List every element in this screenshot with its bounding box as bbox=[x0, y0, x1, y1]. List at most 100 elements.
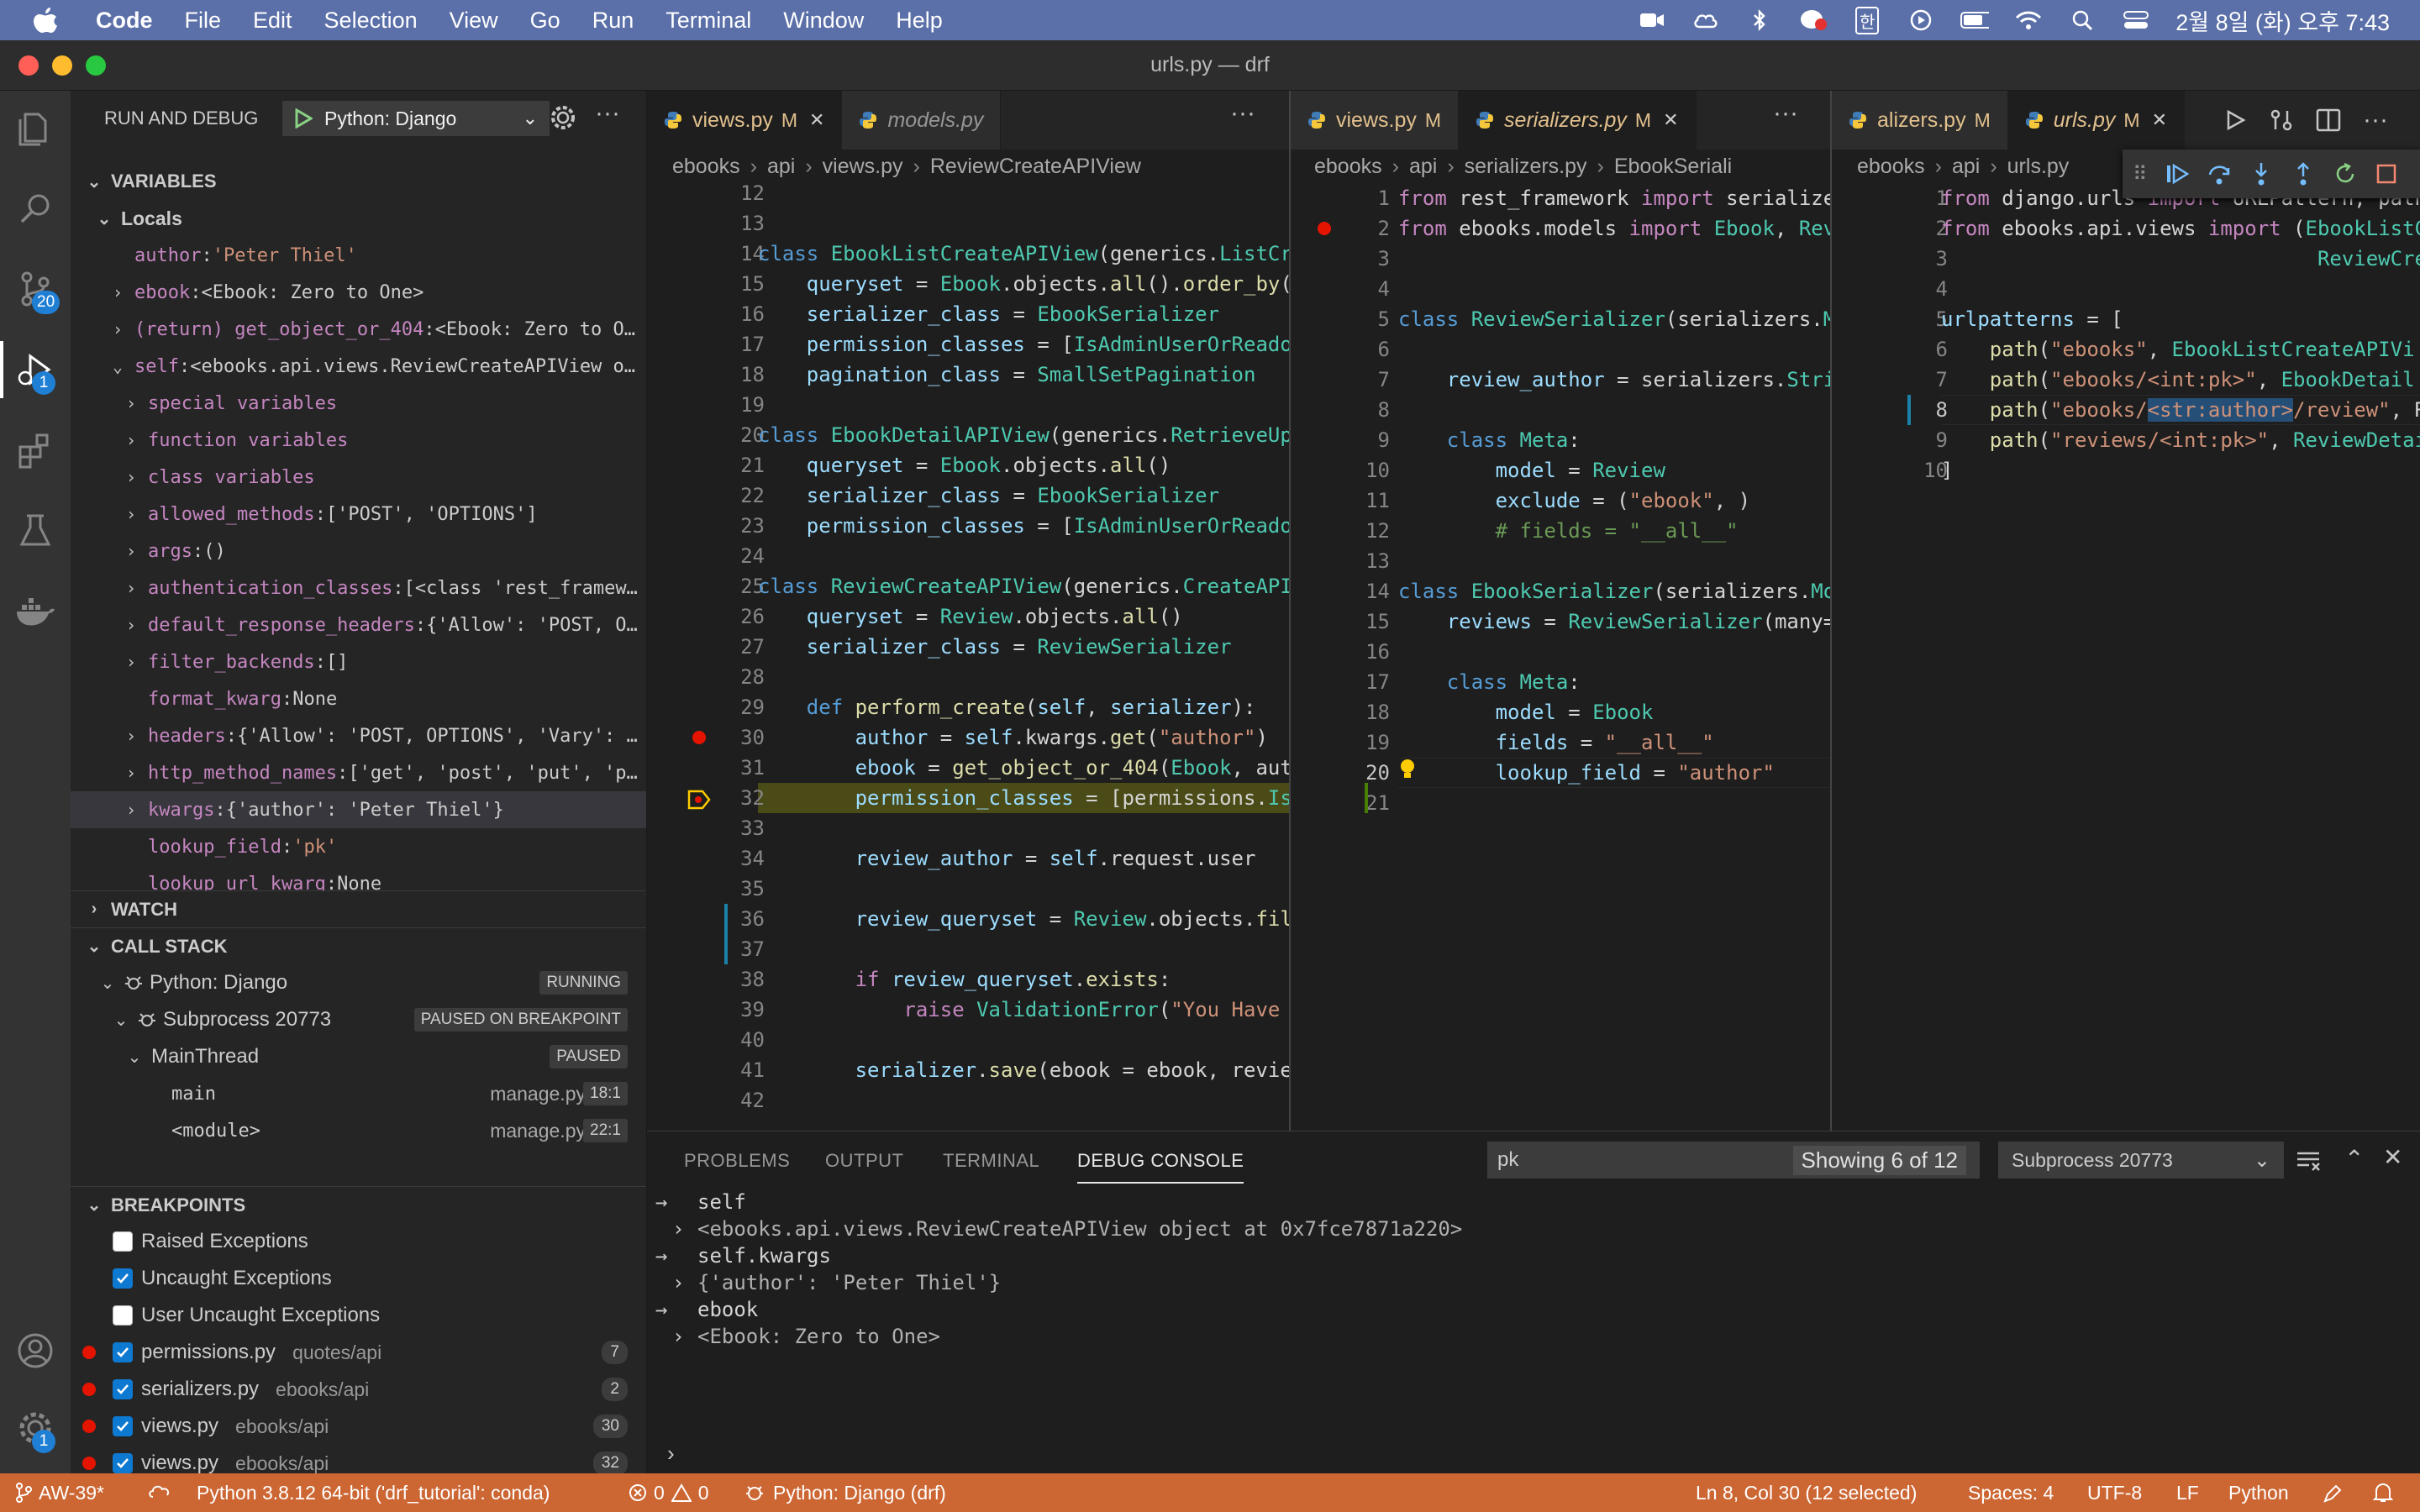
stack-frame[interactable]: <module> manage.py 22:1 bbox=[71, 1112, 646, 1149]
panel-tab-terminal[interactable]: TERMINAL bbox=[943, 1150, 1039, 1172]
zoom-window-button[interactable] bbox=[86, 55, 106, 76]
breakpoint-checkbox[interactable] bbox=[113, 1379, 133, 1399]
code-line[interactable]: 19 fields = "__all__" bbox=[1291, 727, 1830, 758]
code-line[interactable]: 27 serializer_class = ReviewSerializer bbox=[647, 632, 1289, 662]
close-tab-icon[interactable]: ✕ bbox=[2152, 109, 2167, 131]
file-breakpoint[interactable]: views.py ebooks/api 30 bbox=[71, 1408, 646, 1445]
code-line[interactable]: 3 bbox=[1291, 244, 1830, 274]
bluetooth-icon[interactable] bbox=[1745, 8, 1774, 32]
problems-status[interactable]: 0 0 bbox=[629, 1473, 709, 1512]
code-line[interactable]: 21 bbox=[1291, 788, 1830, 818]
code-line[interactable]: 25 class ReviewCreateAPIView(generics.Cre… bbox=[647, 571, 1289, 601]
menu-view[interactable]: View bbox=[450, 8, 498, 34]
variable-row[interactable]: lookup_url_kwarg: None bbox=[71, 865, 646, 891]
breadcrumb-item[interactable]: views.py bbox=[823, 155, 903, 179]
breakpoint-checkbox[interactable] bbox=[113, 1416, 133, 1436]
code-line[interactable]: 40 bbox=[647, 1025, 1289, 1055]
breakpoint-checkbox[interactable] bbox=[113, 1453, 133, 1473]
variable-row[interactable]: lookup_field: 'pk' bbox=[71, 828, 646, 865]
debug-settings-gear-icon[interactable] bbox=[550, 104, 576, 136]
breadcrumb-item[interactable]: ebooks bbox=[1314, 155, 1382, 179]
source-control-icon[interactable]: 20 bbox=[13, 267, 60, 314]
code-line[interactable]: 19 bbox=[647, 390, 1289, 420]
docker-icon[interactable] bbox=[13, 590, 57, 633]
callstack-truncated-row[interactable] bbox=[71, 1149, 646, 1168]
watch-section-header[interactable]: › WATCH bbox=[71, 890, 646, 927]
drag-handle-icon[interactable]: ⠿ bbox=[2133, 162, 2148, 186]
chat-icon[interactable] bbox=[1799, 8, 1828, 32]
code-line[interactable]: 24 bbox=[647, 541, 1289, 571]
editor2-code[interactable]: 1 from rest_framework import serialize 2 fr… bbox=[1291, 183, 1830, 1131]
exception-breakpoint[interactable]: User Uncaught Exceptions bbox=[71, 1297, 646, 1334]
code-line[interactable]: 42 bbox=[647, 1085, 1289, 1116]
editor-tab[interactable]: serializers.py M ✕ bbox=[1459, 91, 1697, 150]
run-file-icon[interactable] bbox=[2225, 109, 2247, 131]
code-line[interactable]: 33 bbox=[647, 813, 1289, 843]
apple-icon[interactable] bbox=[34, 0, 67, 40]
run-debug-icon[interactable]: 1 bbox=[13, 348, 57, 395]
code-line[interactable]: 10] bbox=[1832, 455, 2420, 486]
menu-code[interactable]: Code bbox=[96, 8, 153, 34]
code-line[interactable]: 6 path("ebooks", EbookListCreateAPIVi bbox=[1832, 334, 2420, 365]
editor-tab[interactable]: views.py M bbox=[1291, 91, 1460, 150]
code-line[interactable]: 28 bbox=[647, 662, 1289, 692]
editor3-code[interactable]: 1 from django.urls import URLPattern, pat… bbox=[1832, 183, 2420, 1131]
code-line[interactable]: 5 class ReviewSerializer(serializers.M bbox=[1291, 304, 1830, 334]
code-line[interactable]: 16 bbox=[1291, 637, 1830, 667]
debug-status[interactable]: Python: Django (drf) bbox=[744, 1473, 946, 1512]
manage-gear-icon[interactable]: 1 bbox=[13, 1406, 57, 1453]
breakpoint-checkbox[interactable] bbox=[113, 1305, 133, 1326]
code-line[interactable]: 9 class Meta: bbox=[1291, 425, 1830, 455]
breadcrumb-item[interactable]: api bbox=[1952, 155, 1980, 179]
encoding-status[interactable]: UTF-8 bbox=[2087, 1473, 2142, 1512]
code-line[interactable]: 11 exclude = ("ebook", ) bbox=[1291, 486, 1830, 516]
code-line[interactable]: 31 ebook = get_object_or_404(Ebook, aut bbox=[647, 753, 1289, 783]
code-line[interactable]: 26 queryset = Review.objects.all() bbox=[647, 601, 1289, 632]
code-line[interactable]: 3 ReviewCrea bbox=[1832, 244, 2420, 274]
code-line[interactable]: 1 from rest_framework import serialize bbox=[1291, 183, 1830, 213]
menu-selection[interactable]: Selection bbox=[324, 8, 418, 34]
breakpoint-dot-icon[interactable] bbox=[1318, 222, 1331, 235]
variable-row[interactable]: › class variables bbox=[71, 459, 646, 496]
callstack-thread[interactable]: ⌄ MainThread PAUSED bbox=[71, 1038, 646, 1075]
code-line[interactable]: 17 class Meta: bbox=[1291, 667, 1830, 697]
callstack-thread[interactable]: ⌄ Python: Django RUNNING bbox=[71, 964, 646, 1001]
code-line[interactable]: 37 bbox=[647, 934, 1289, 964]
split-editor-icon[interactable] bbox=[2316, 108, 2341, 132]
editor-tab[interactable]: urls.py M ✕ bbox=[2007, 91, 2186, 150]
menu-file[interactable]: File bbox=[185, 8, 222, 34]
language-status[interactable]: Python bbox=[2228, 1473, 2289, 1512]
breakpoints-section-header[interactable]: ⌄ BREAKPOINTS bbox=[71, 1186, 646, 1223]
code-line[interactable]: 14 class EbookListCreateAPIView(generics.… bbox=[647, 239, 1289, 269]
code-line[interactable]: 17 permission_classes = [IsAdminUserOrRe… bbox=[647, 329, 1289, 360]
play-circle-icon[interactable] bbox=[1907, 8, 1935, 32]
feedback-icon[interactable] bbox=[2323, 1473, 2344, 1512]
menu-window[interactable]: Window bbox=[783, 8, 864, 34]
editor1-code[interactable]: 12 13 14 class EbookListCreateAPIView(gener… bbox=[647, 183, 1289, 1131]
variable-row[interactable]: › special variables bbox=[71, 385, 646, 422]
code-line[interactable]: 21 queryset = Ebook.objects.all() bbox=[647, 450, 1289, 480]
clear-console-icon[interactable] bbox=[2296, 1148, 2321, 1178]
variable-row[interactable]: › headers: {'Allow': 'POST, OPTIONS', 'Va… bbox=[71, 717, 646, 754]
minimize-window-button[interactable] bbox=[52, 55, 72, 76]
breadcrumb-item[interactable]: api bbox=[1409, 155, 1437, 179]
battery-icon[interactable] bbox=[1960, 8, 1990, 32]
restart-icon[interactable] bbox=[2333, 161, 2358, 186]
chevron-right-icon[interactable]: › bbox=[672, 1271, 684, 1294]
code-line[interactable]: 7 path("ebooks/<int:pk>", EbookDetail bbox=[1832, 365, 2420, 395]
variable-row[interactable]: › default_response_headers: {'Allow': 'PO… bbox=[71, 606, 646, 643]
branch-status[interactable]: AW-39* bbox=[15, 1473, 104, 1512]
cursor-position[interactable]: Ln 8, Col 30 (12 selected) bbox=[1696, 1473, 1917, 1512]
panel-tab-output[interactable]: OUTPUT bbox=[825, 1150, 903, 1172]
variable-row[interactable]: author: 'Peter Thiel' bbox=[71, 237, 646, 274]
code-line[interactable]: 32 permission_classes = [permissions.Is bbox=[647, 783, 1289, 813]
code-line[interactable]: 8 path("ebooks/<str:author>/review", R bbox=[1832, 395, 2420, 425]
editor-tab[interactable]: models.py bbox=[842, 91, 1002, 150]
debug-config-select[interactable]: Python: Django ⌄ bbox=[282, 101, 550, 136]
editor-tab[interactable]: views.py M ✕ bbox=[647, 91, 843, 150]
menu-clock[interactable]: 2월 8일 (화) 오후 7:43 bbox=[2175, 4, 2390, 37]
exception-breakpoint[interactable]: Uncaught Exceptions bbox=[71, 1260, 646, 1297]
variable-row[interactable]: › kwargs: {'author': 'Peter Thiel'} bbox=[71, 791, 646, 828]
chevron-right-icon[interactable]: › bbox=[672, 1217, 684, 1241]
variable-row[interactable]: › allowed_methods: ['POST', 'OPTIONS'] bbox=[71, 496, 646, 533]
